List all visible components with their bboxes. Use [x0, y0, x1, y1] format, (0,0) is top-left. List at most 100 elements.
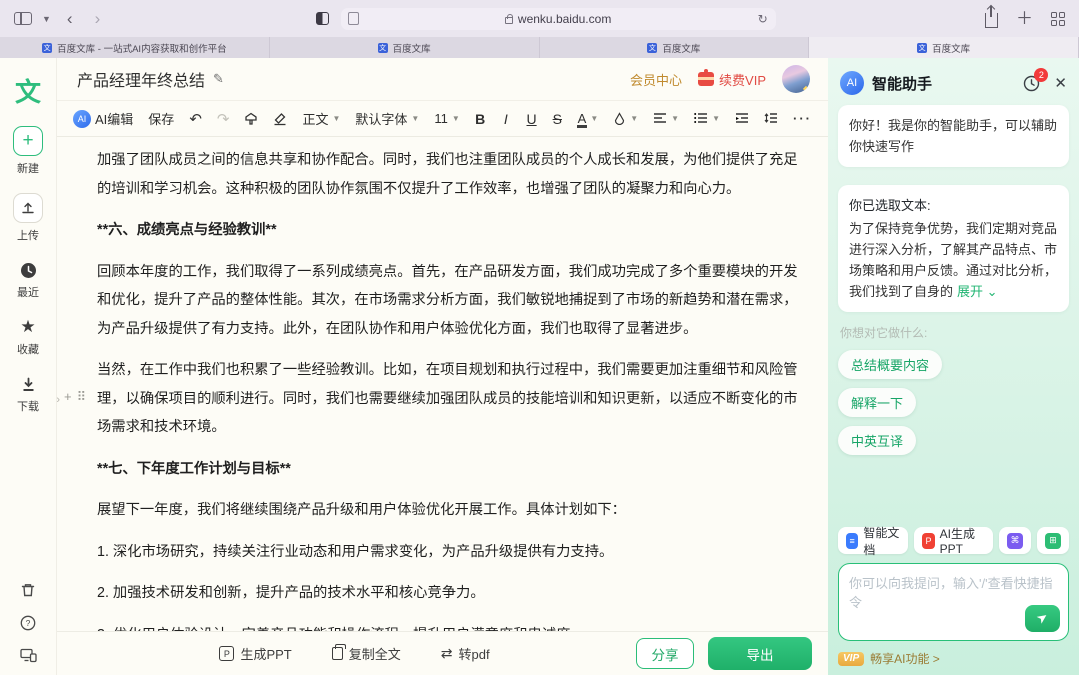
paragraph-style-dropdown[interactable]: 正文▼ — [302, 109, 340, 128]
action-prompt-label: 你想对它做什么: — [840, 324, 1067, 341]
new-tab-icon[interactable]: ＋ — [1016, 10, 1033, 27]
trash-icon[interactable] — [20, 582, 36, 598]
renew-vip-button[interactable]: 续费VIP — [698, 70, 766, 89]
vip-badge: VIP — [838, 652, 864, 666]
devices-icon[interactable] — [20, 648, 37, 663]
save-button[interactable]: 保存 — [148, 109, 174, 128]
forward-button[interactable]: › — [89, 10, 107, 27]
paragraph[interactable]: 加强了团队成员之间的信息共享和协作配合。同时，我们也注重团队成员的个人成长和发展… — [97, 146, 803, 203]
italic-button[interactable]: I — [500, 111, 511, 127]
doc-icon: ≡ — [846, 533, 858, 549]
tab-smart-doc[interactable]: ≡ 智能文档 — [838, 527, 908, 554]
undo-icon[interactable]: ↶ — [189, 110, 202, 128]
bold-button[interactable]: B — [475, 111, 486, 127]
notification-badge: 2 — [1034, 68, 1048, 82]
download-icon — [18, 374, 38, 394]
tab-label: 百度文库 — [393, 41, 431, 55]
strikethrough-button[interactable]: S — [552, 111, 563, 127]
selected-text-card: 你已选取文本: 为了保持竞争优势，我们定期对竞品进行深入分析，了解其产品特点、市… — [838, 185, 1069, 312]
font-family-dropdown[interactable]: 默认字体▼ — [355, 109, 419, 128]
expand-link[interactable]: 展开 ⌄ — [957, 284, 998, 299]
paragraph[interactable]: 当然，在工作中我们也积累了一些经验教训。比如，在项目规划和执行过程中，我们需要更… — [97, 356, 803, 442]
clear-format-icon[interactable] — [273, 112, 287, 126]
browser-tab[interactable]: 文 百度文库 — [809, 37, 1079, 58]
page-settings-icon[interactable] — [348, 12, 359, 25]
tab-sheet[interactable]: ⊞ — [1037, 527, 1069, 554]
browser-tab[interactable]: 文 百度文库 — [540, 37, 810, 58]
quick-action-chip[interactable]: 总结概要内容 — [838, 350, 942, 379]
paragraph[interactable]: 1. 深化市场研究，持续关注行业动态和用户需求变化，为产品升级提供有力支持。 — [97, 538, 803, 567]
sidebar-item-new[interactable]: + 新建 — [13, 126, 43, 176]
close-icon[interactable]: ✕ — [1054, 74, 1067, 92]
history-icon[interactable]: 2 — [1023, 75, 1040, 92]
vip-promo[interactable]: VIP 畅享AI功能 > — [838, 650, 1069, 667]
extension-icon[interactable] — [316, 12, 329, 25]
back-button[interactable]: ‹ — [61, 10, 79, 27]
star-icon: ★ — [18, 317, 38, 337]
sidebar-item-favorites[interactable]: ★ 收藏 — [17, 317, 39, 357]
assistant-input-box[interactable]: ➤ — [838, 563, 1069, 641]
tab-strip: 文 百度文库 - 一站式AI内容获取和创作平台 文 百度文库 文 百度文库 文 … — [0, 37, 1079, 58]
more-tools-icon[interactable]: ··· — [793, 111, 812, 126]
help-icon[interactable]: ? — [20, 615, 36, 631]
quick-action-chip[interactable]: 中英互译 — [838, 426, 916, 455]
paragraph[interactable]: 2. 加强技术研发和创新，提升产品的技术水平和核心竞争力。 — [97, 579, 803, 608]
paragraph[interactable]: 回顾本年度的工作，我们取得了一系列成绩亮点。首先，在产品研发方面，我们成功完成了… — [97, 258, 803, 344]
mindmap-icon: ⌘ — [1007, 533, 1023, 549]
browser-tab[interactable]: 文 百度文库 - 一站式AI内容获取和创作平台 — [0, 37, 270, 58]
paragraph[interactable]: **六、成绩亮点与经验教训** — [97, 216, 803, 245]
tab-ai-ppt[interactable]: P AI生成PPT — [914, 527, 993, 554]
document-canvas[interactable]: + ⠿ 加强了团队成员之间的信息共享和协作配合。同时，我们也注重团队成员的个人成… — [57, 137, 828, 631]
assistant-logo-icon: AI — [840, 71, 864, 95]
list-dropdown[interactable]: ▼ — [694, 113, 720, 124]
selected-text: 为了保持竞争优势，我们定期对竞品进行深入分析，了解其产品特点、市场策略和用户反馈… — [849, 221, 1057, 299]
block-handle[interactable]: + ⠿ — [64, 389, 86, 405]
tab-overview-icon[interactable] — [1051, 12, 1065, 26]
plus-icon: + — [13, 126, 43, 156]
upload-icon — [13, 193, 43, 223]
share-icon[interactable] — [985, 13, 998, 28]
paragraph[interactable]: 展望下一年度，我们将继续围绕产品升级和用户体验优化开展工作。具体计划如下： — [97, 496, 803, 525]
sidebar-item-download[interactable]: 下载 — [17, 374, 39, 414]
sidebar-item-recent[interactable]: 最近 — [17, 260, 39, 300]
browser-tab[interactable]: 文 百度文库 — [270, 37, 540, 58]
avatar[interactable] — [782, 65, 810, 93]
tab-favicon: 文 — [647, 43, 657, 53]
member-center-link[interactable]: 会员中心 — [630, 70, 682, 89]
insert-block-icon[interactable]: + — [64, 389, 72, 405]
reload-icon[interactable]: ↻ — [758, 12, 768, 26]
copy-all-button[interactable]: 复制全文 — [332, 644, 401, 663]
tab-label: 百度文库 — [932, 41, 970, 55]
sidebar-toggle-icon[interactable] — [14, 12, 32, 25]
copy-icon — [332, 647, 343, 660]
indent-icon[interactable] — [735, 113, 749, 124]
quick-action-chip[interactable]: 解释一下 — [838, 388, 916, 417]
sheet-icon: ⊞ — [1045, 533, 1061, 549]
export-button[interactable]: 导出 — [708, 637, 812, 670]
font-size-dropdown[interactable]: 11▼ — [434, 111, 459, 126]
font-color-dropdown[interactable]: A▼ — [578, 111, 599, 126]
svg-text:?: ? — [26, 618, 31, 628]
sidebar-item-upload[interactable]: 上传 — [13, 193, 43, 243]
generate-ppt-button[interactable]: P 生成PPT — [219, 644, 291, 663]
tab-label: 百度文库 - 一站式AI内容获取和创作平台 — [57, 41, 226, 55]
paragraph[interactable]: **七、下年度工作计划与目标** — [97, 455, 803, 484]
underline-button[interactable]: U — [526, 111, 537, 127]
address-bar[interactable]: wenku.baidu.com ↻ — [341, 8, 776, 30]
align-dropdown[interactable]: ▼ — [653, 113, 679, 124]
assistant-greeting: 你好！我是你的智能助手，可以辅助你快速写作 — [838, 105, 1069, 167]
share-button[interactable]: 分享 — [636, 638, 694, 669]
format-painter-icon[interactable] — [244, 112, 258, 126]
send-button[interactable]: ➤ — [1025, 605, 1060, 632]
convert-pdf-button[interactable]: ⇄ 转pdf — [441, 644, 490, 663]
line-spacing-icon[interactable] — [764, 113, 778, 124]
paragraph[interactable]: 3. 优化用户体验设计，完善产品功能和操作流程，提升用户满意度和忠诚度。 — [97, 621, 803, 632]
redo-icon[interactable]: ↷ — [217, 110, 230, 128]
highlight-color-dropdown[interactable]: ▼ — [613, 112, 638, 125]
drag-handle-icon[interactable]: ⠿ — [77, 389, 87, 405]
tab-mindmap[interactable]: ⌘ — [999, 527, 1031, 554]
wenku-logo[interactable]: 文 — [15, 72, 41, 109]
ai-edit-button[interactable]: AI AI编辑 — [73, 109, 133, 128]
chevron-down-icon[interactable]: ▼ — [42, 14, 51, 24]
rename-icon[interactable]: ✎ — [213, 71, 224, 87]
